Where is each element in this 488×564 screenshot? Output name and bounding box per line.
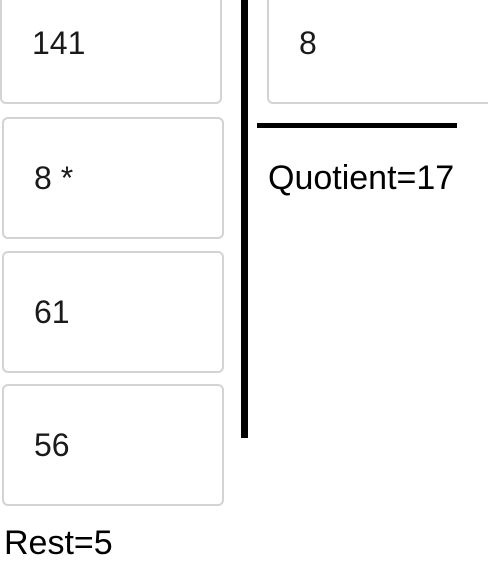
dividend-field[interactable]: 141 (0, 0, 222, 104)
divisor-field-value: 8 (299, 24, 317, 61)
quotient-label: Quotient=17 (268, 159, 455, 197)
divisor-field[interactable]: 8 (267, 0, 488, 104)
rest-label: Rest=5 (4, 524, 113, 562)
step-field-2-value: 61 (34, 293, 70, 330)
vertical-divider (241, 0, 248, 438)
division-workspace: 141 8 * 61 56 8 Quotient=17 Rest=5 (0, 0, 488, 564)
step-field-1[interactable]: 8 * (2, 117, 224, 239)
step-field-1-value: 8 * (34, 159, 74, 196)
step-field-3-value: 56 (34, 426, 70, 463)
dividend-field-value: 141 (32, 24, 86, 61)
step-field-3[interactable]: 56 (2, 384, 224, 506)
horizontal-divider (257, 123, 457, 128)
step-field-2[interactable]: 61 (2, 251, 224, 373)
